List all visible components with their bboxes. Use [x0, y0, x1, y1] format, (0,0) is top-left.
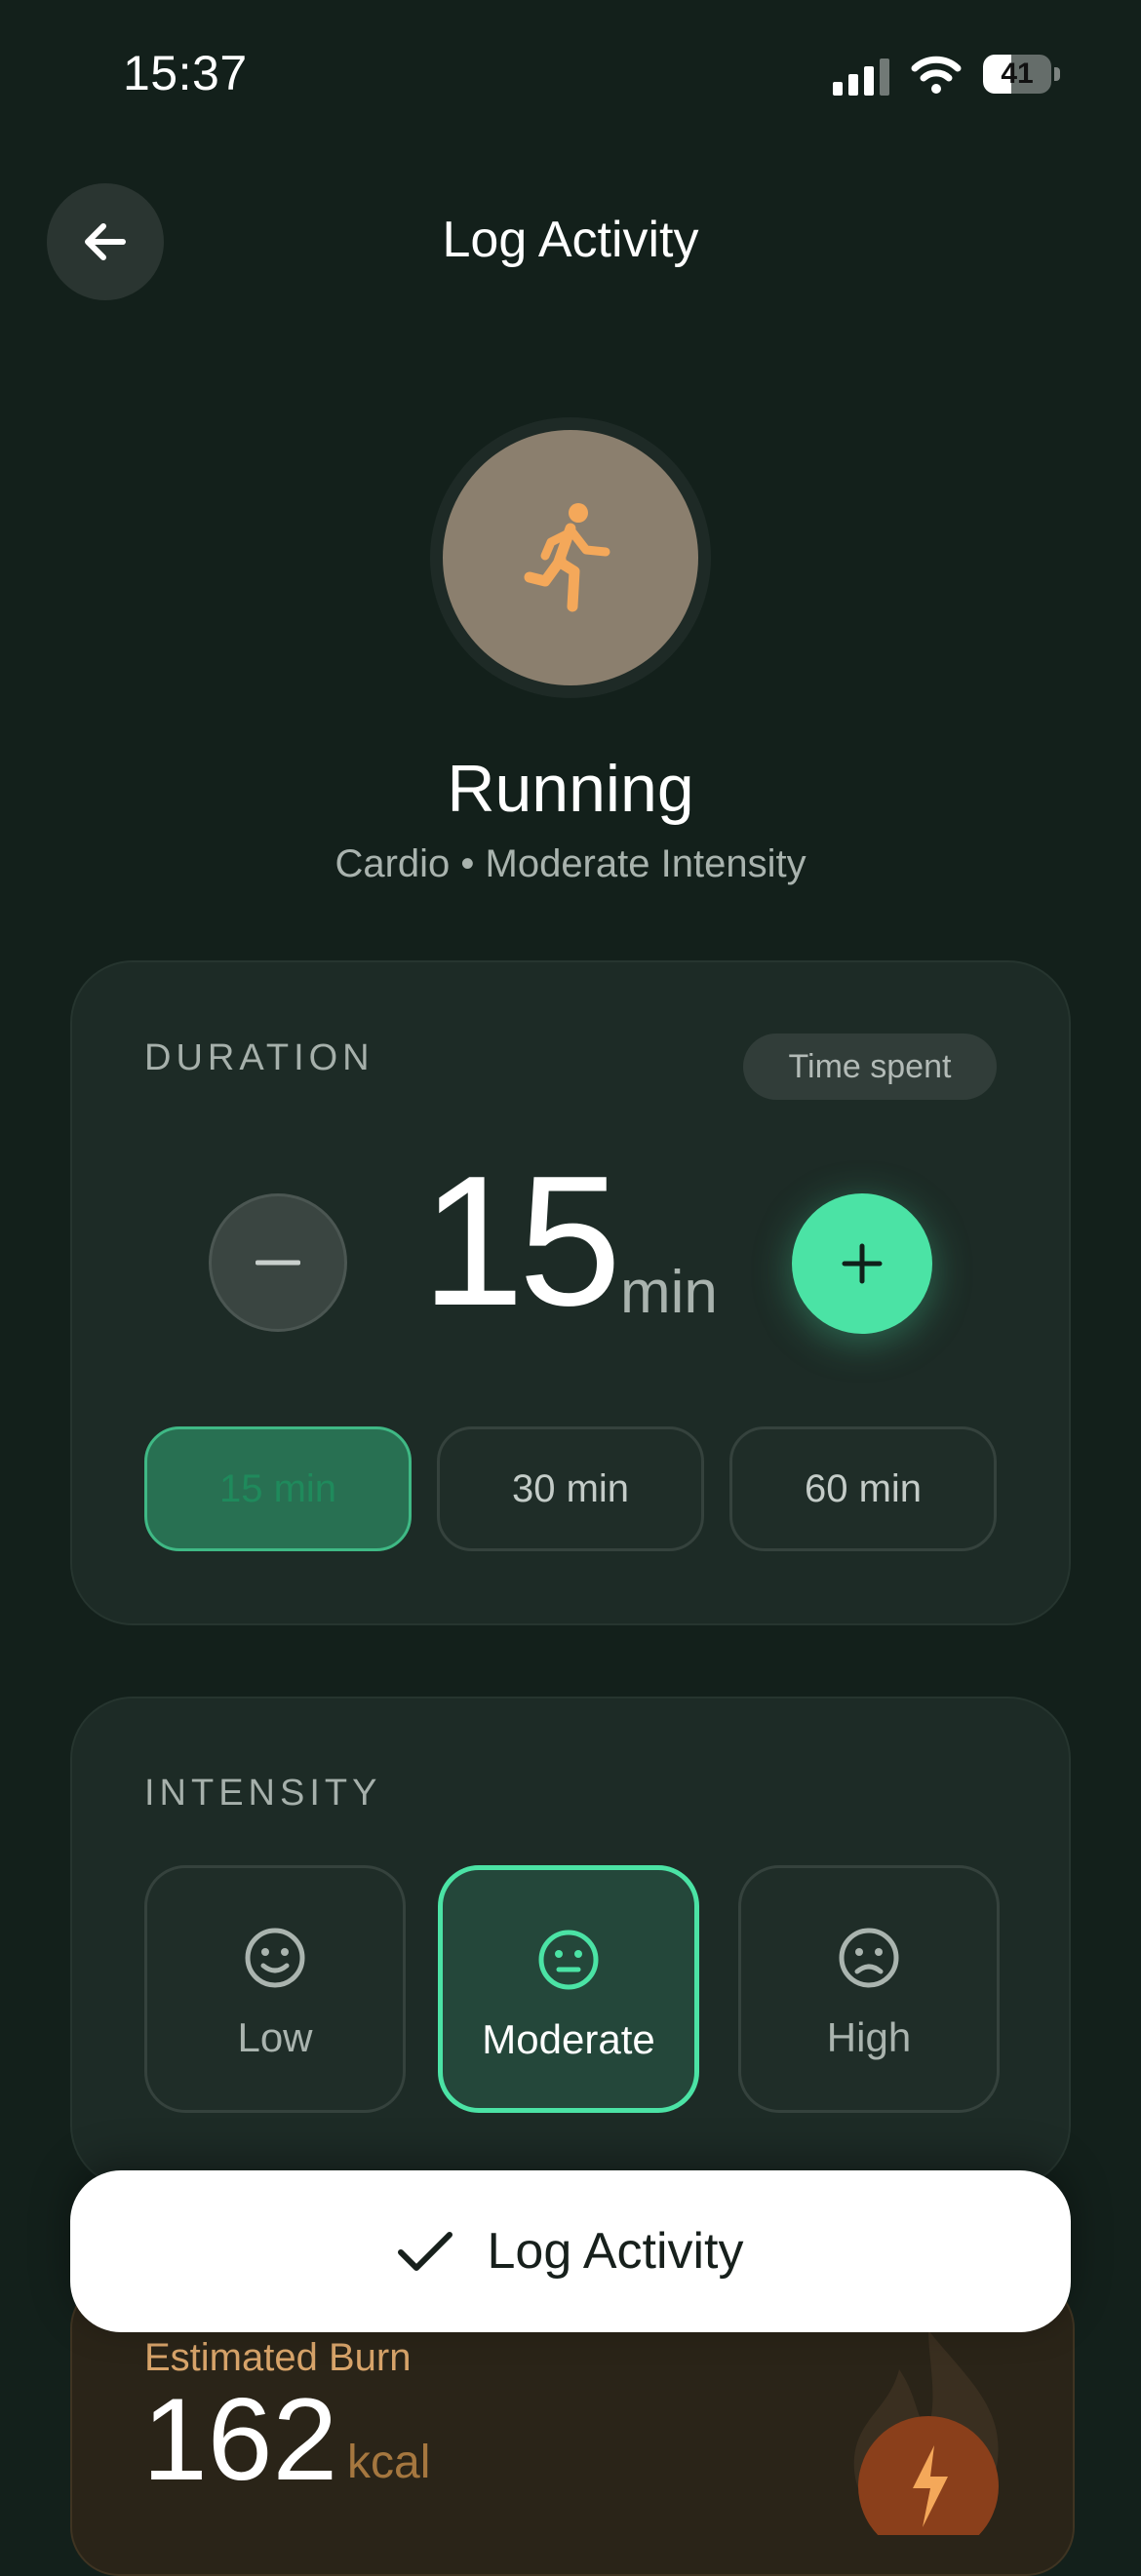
running-person-icon [524, 503, 610, 612]
preset-60-min[interactable]: 60 min [729, 1426, 997, 1551]
log-activity-label: Log Activity [487, 2223, 744, 2280]
activity-subtitle: Cardio • Moderate Intensity [334, 842, 807, 885]
intensity-high-option[interactable]: High [738, 1865, 1000, 2113]
intensity-moderate-label: Moderate [482, 2016, 655, 2062]
preset-15-min[interactable]: 15 min [144, 1426, 412, 1551]
activity-name: Running [447, 752, 694, 826]
preset-30-min[interactable]: 30 min [437, 1426, 704, 1551]
plus-icon [842, 1243, 883, 1284]
decrease-duration-button[interactable] [209, 1193, 347, 1332]
battery-icon: 41 [983, 55, 1061, 94]
checkmark-icon [398, 2232, 453, 2271]
wifi-icon [911, 56, 962, 94]
page-title: Log Activity [442, 212, 699, 268]
estimated-burn-unit: kcal [347, 2437, 431, 2488]
time-spent-pill: Time spent [743, 1034, 997, 1100]
log-activity-button[interactable]: Log Activity [70, 2170, 1071, 2332]
status-time: 15:37 [123, 46, 248, 100]
duration-label: DURATION [144, 1037, 374, 1078]
intensity-moderate-option[interactable]: Moderate [438, 1865, 699, 2113]
neutral-face-icon [538, 1930, 599, 1990]
increase-duration-button[interactable] [792, 1193, 932, 1334]
minus-icon [256, 1260, 300, 1266]
estimated-burn-value: 162 [142, 2374, 338, 2505]
duration-unit: min [620, 1259, 718, 1326]
smile-face-icon [245, 1928, 305, 1988]
intensity-label: INTENSITY [144, 1773, 382, 1814]
intensity-low-option[interactable]: Low [144, 1865, 406, 2113]
activity-avatar [443, 430, 698, 685]
frown-face-icon [839, 1928, 899, 1988]
flame-icon [853, 2330, 999, 2535]
duration-value: 15 [421, 1138, 621, 1345]
intensity-high-label: High [826, 2014, 912, 2060]
battery-level: 41 [1001, 58, 1034, 90]
intensity-low-label: Low [237, 2014, 313, 2060]
cellular-signal-icon [833, 57, 891, 96]
